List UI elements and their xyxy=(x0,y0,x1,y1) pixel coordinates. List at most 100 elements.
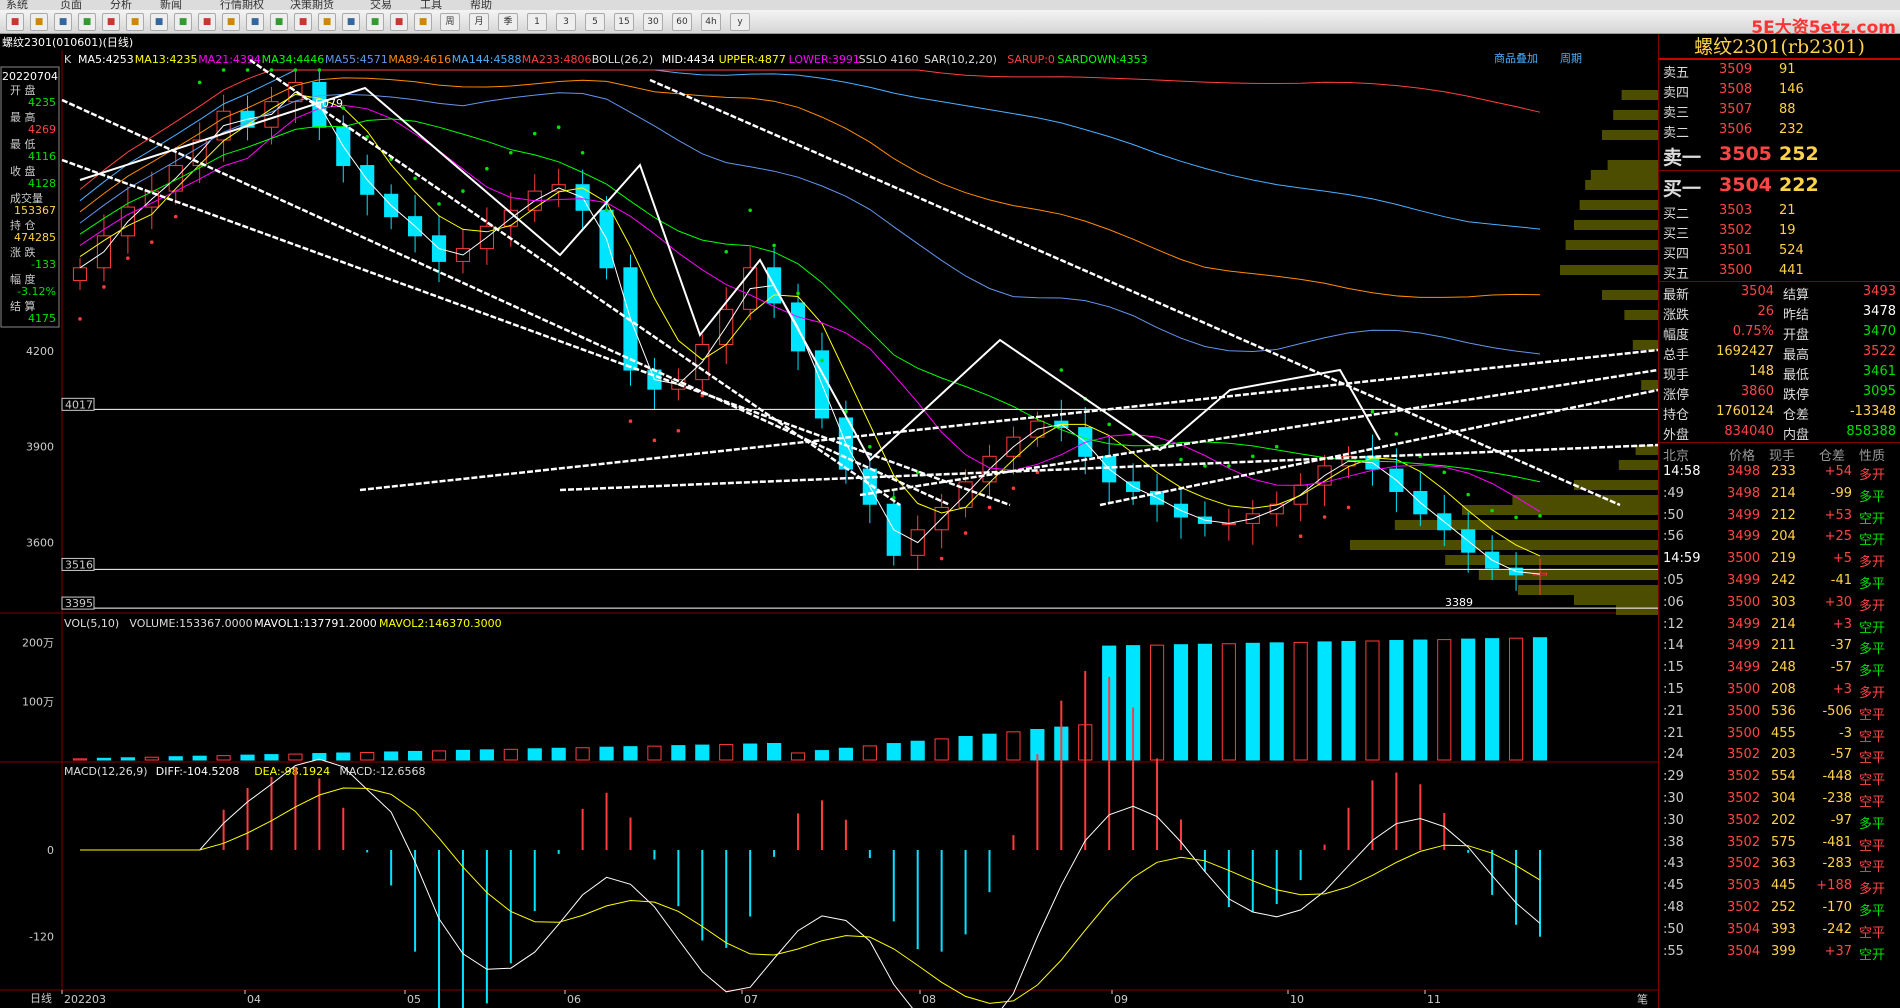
sar-dot xyxy=(269,68,274,72)
menu-item[interactable]: 页面 xyxy=(60,0,82,10)
bid-row[interactable]: 买一 3504 222 xyxy=(1659,171,1900,201)
tick-row[interactable]: :21 3500 455 -3 空平 xyxy=(1659,724,1900,746)
toolbar-tool-button[interactable]: ■ xyxy=(6,13,24,31)
tick-row[interactable]: 14:59 3500 219 +5 多开 xyxy=(1659,549,1900,571)
tick-row[interactable]: :43 3502 363 -283 空平 xyxy=(1659,854,1900,876)
x-axis-label: 202203 xyxy=(64,993,106,1006)
ask-row[interactable]: 卖一 3505 252 xyxy=(1659,140,1900,170)
tick-row[interactable]: :29 3502 554 -448 空平 xyxy=(1659,767,1900,789)
menu-item[interactable]: 系统 xyxy=(6,0,28,10)
ma-legend: MA89:4616 xyxy=(388,53,451,66)
sar-dot xyxy=(987,505,992,510)
period-button[interactable]: 30 xyxy=(643,13,663,31)
tick-time: :50 xyxy=(1663,507,1684,523)
toolbar-tool-button[interactable]: ■ xyxy=(174,13,192,31)
ask-row[interactable]: 卖四 3508 146 xyxy=(1659,80,1900,101)
ask-row[interactable]: 卖三 3507 88 xyxy=(1659,100,1900,121)
toolbar-tool-button[interactable]: ■ xyxy=(318,13,336,31)
toolbar-tool-button[interactable]: ■ xyxy=(126,13,144,31)
bid-label: 买三 xyxy=(1663,227,1690,242)
bid-row[interactable]: 买四 3501 524 xyxy=(1659,241,1900,262)
ask-row[interactable]: 卖五 3509 91 xyxy=(1659,60,1900,81)
period-button[interactable]: 1 xyxy=(527,13,547,31)
sar-dot xyxy=(221,68,226,72)
tick-time: :55 xyxy=(1663,943,1684,959)
bid-row[interactable]: 买五 3500 441 xyxy=(1659,261,1900,282)
menu-item[interactable]: 交易 xyxy=(370,0,392,10)
tick-price: 3504 xyxy=(1727,921,1761,937)
menu-item[interactable]: 行情期权 xyxy=(220,0,264,10)
bid-row[interactable]: 买二 3503 21 xyxy=(1659,201,1900,222)
toolbar-tool-button[interactable]: ■ xyxy=(390,13,408,31)
menu-item[interactable]: 决策期货 xyxy=(290,0,334,10)
tick-row[interactable]: :56 3499 204 +25 空开 xyxy=(1659,527,1900,549)
period-button[interactable]: 3 xyxy=(556,13,576,31)
menu-bar[interactable]: 系统 页面 分析 新闻 行情期权 决策期货 交易 工具 帮助 xyxy=(0,0,1900,10)
tick-price: 3500 xyxy=(1727,725,1761,741)
toolbar-tool-button[interactable]: ■ xyxy=(270,13,288,31)
toolbar-tool-button[interactable]: ■ xyxy=(54,13,72,31)
tick-row[interactable]: :50 3499 212 +53 空开 xyxy=(1659,506,1900,528)
toolbar-tool-button[interactable]: ■ xyxy=(246,13,264,31)
tick-row[interactable]: :30 3502 202 -97 多平 xyxy=(1659,811,1900,833)
period-button[interactable]: y xyxy=(730,13,750,31)
volume-bar xyxy=(910,740,925,761)
tick-oi-change: -41 xyxy=(1830,572,1852,588)
stat-value: 148 xyxy=(1749,364,1774,379)
tick-row[interactable]: :06 3500 303 +30 多开 xyxy=(1659,593,1900,615)
tick-volume: 203 xyxy=(1771,747,1796,763)
sar-dot xyxy=(1274,444,1279,449)
tick-row[interactable]: :15 3500 208 +3 多开 xyxy=(1659,680,1900,702)
menu-item[interactable]: 新闻 xyxy=(160,0,182,10)
ask-row[interactable]: 卖二 3506 232 xyxy=(1659,120,1900,141)
period-button[interactable]: 季 xyxy=(498,13,518,31)
toolbar-tool-button[interactable]: ■ xyxy=(102,13,120,31)
tick-volume: 219 xyxy=(1771,551,1796,567)
tick-row[interactable]: :45 3503 445 +188 多开 xyxy=(1659,876,1900,898)
toolbar-tool-button[interactable]: ■ xyxy=(78,13,96,31)
period-button[interactable]: 60 xyxy=(672,13,692,31)
tick-row[interactable]: :30 3502 304 -238 空平 xyxy=(1659,789,1900,811)
ohlc-value: 153367 xyxy=(14,204,56,217)
menu-item[interactable]: 帮助 xyxy=(470,0,492,10)
toolbar-tool-button[interactable]: ■ xyxy=(342,13,360,31)
toolbar-tool-button[interactable]: ■ xyxy=(222,13,240,31)
period-button[interactable]: 月 xyxy=(469,13,489,31)
menu-item[interactable]: 分析 xyxy=(110,0,132,10)
ohlc-date: 20220704 xyxy=(2,70,58,83)
tick-time: :29 xyxy=(1663,769,1684,785)
bid-row[interactable]: 买三 3502 19 xyxy=(1659,221,1900,242)
menu-item[interactable]: 工具 xyxy=(420,0,442,10)
toolbar-tool-button[interactable]: ■ xyxy=(366,13,384,31)
kline-chart[interactable]: K MA5:4253 MA13:4235 MA21:4394 MA34:4446 MA55… xyxy=(0,50,1658,1008)
period-button[interactable]: 4h xyxy=(701,13,721,31)
tick-price: 3502 xyxy=(1727,834,1761,850)
tick-list[interactable]: 14:58 3498 233 +54 多开:49 3498 214 -99 多平:50 3499 2… xyxy=(1659,462,1900,963)
period-button[interactable]: 周 xyxy=(440,13,460,31)
toolbar-tool-button[interactable]: ■ xyxy=(30,13,48,31)
tick-row[interactable]: :15 3499 248 -57 多平 xyxy=(1659,658,1900,680)
tick-oi-change: +54 xyxy=(1824,464,1852,479)
volume-profile-bar xyxy=(1635,445,1658,455)
tick-row[interactable]: :50 3504 393 -242 空平 xyxy=(1659,920,1900,942)
tick-row[interactable]: :14 3499 211 -37 多平 xyxy=(1659,636,1900,658)
tick-row[interactable]: :12 3499 214 +3 空开 xyxy=(1659,615,1900,637)
stat-value: 3522 xyxy=(1862,344,1896,359)
tick-nature: 空平 xyxy=(1859,860,1886,876)
tick-row[interactable]: 14:58 3498 233 +54 多开 xyxy=(1659,462,1900,484)
toolbar-tool-button[interactable]: ■ xyxy=(198,13,216,31)
tick-row[interactable]: :21 3500 536 -506 空平 xyxy=(1659,702,1900,724)
tick-row[interactable]: :24 3502 203 -57 空平 xyxy=(1659,745,1900,767)
tick-row[interactable]: :48 3502 252 -170 多平 xyxy=(1659,898,1900,920)
toolbar-tool-button[interactable]: ■ xyxy=(414,13,432,31)
period-button[interactable]: 5 xyxy=(585,13,605,31)
tick-row[interactable]: :49 3498 214 -99 多平 xyxy=(1659,484,1900,506)
period-button[interactable]: 15 xyxy=(614,13,634,31)
stat-row: 涨停 3860 跌停 3095 xyxy=(1659,382,1900,403)
toolbar-tool-button[interactable]: ■ xyxy=(294,13,312,31)
stat-row: 外盘 834040 内盘 858388 xyxy=(1659,422,1900,443)
toolbar-tool-button[interactable]: ■ xyxy=(150,13,168,31)
tick-row[interactable]: :38 3502 575 -481 空平 xyxy=(1659,833,1900,855)
tick-row[interactable]: :05 3499 242 -41 多平 xyxy=(1659,571,1900,593)
tick-row[interactable]: :55 3504 399 +37 空开 xyxy=(1659,942,1900,964)
